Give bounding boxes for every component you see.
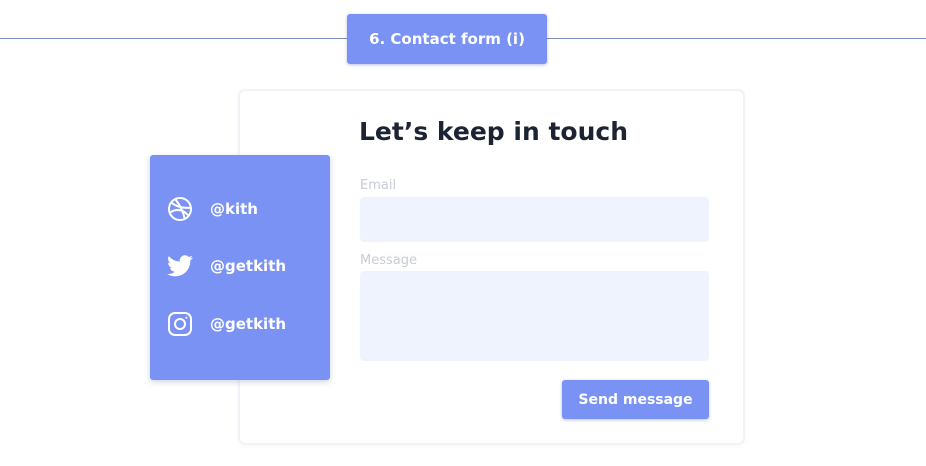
email-label: Email [360, 178, 397, 193]
social-handle: @getkith [210, 257, 287, 275]
section-badge: 6. Contact form (i) [347, 14, 547, 64]
social-handle: @kith [210, 200, 258, 218]
social-item-dribbble[interactable]: @kith [167, 194, 258, 224]
social-item-instagram[interactable]: @getkith [167, 309, 286, 339]
dribbble-icon [167, 196, 193, 222]
card-title: Let’s keep in touch [359, 117, 628, 146]
social-panel: @kith @getkith @getkith [150, 155, 330, 380]
email-input[interactable] [360, 197, 709, 242]
message-input[interactable] [360, 271, 709, 361]
social-handle: @getkith [210, 315, 287, 333]
page: 6. Contact form (i) Let’s keep in touch … [0, 0, 926, 466]
social-item-twitter[interactable]: @getkith [167, 251, 286, 281]
send-message-button[interactable]: Send message [562, 380, 709, 419]
message-label: Message [360, 253, 417, 268]
twitter-icon [167, 253, 193, 279]
instagram-icon [167, 311, 193, 337]
